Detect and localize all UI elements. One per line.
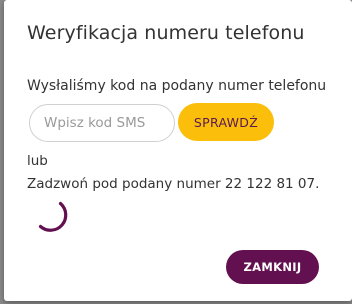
dialog-title: Weryfikacja numeru telefonu <box>27 22 305 44</box>
or-label: lub <box>27 153 48 169</box>
sms-sent-info: Wysłaliśmy kod na podany numer telefonu <box>27 78 327 94</box>
close-button[interactable]: ZAMKNIJ <box>226 250 319 284</box>
phone-verification-dialog: Weryfikacja numeru telefonu Wysłaliśmy k… <box>4 0 352 301</box>
loading-spinner-icon <box>38 201 68 232</box>
call-phone-info: Zadzwoń pod podany numer 22 122 81 07. <box>27 176 320 192</box>
check-code-button[interactable]: SPRAWDŹ <box>178 103 274 141</box>
sms-code-input[interactable] <box>29 104 175 142</box>
